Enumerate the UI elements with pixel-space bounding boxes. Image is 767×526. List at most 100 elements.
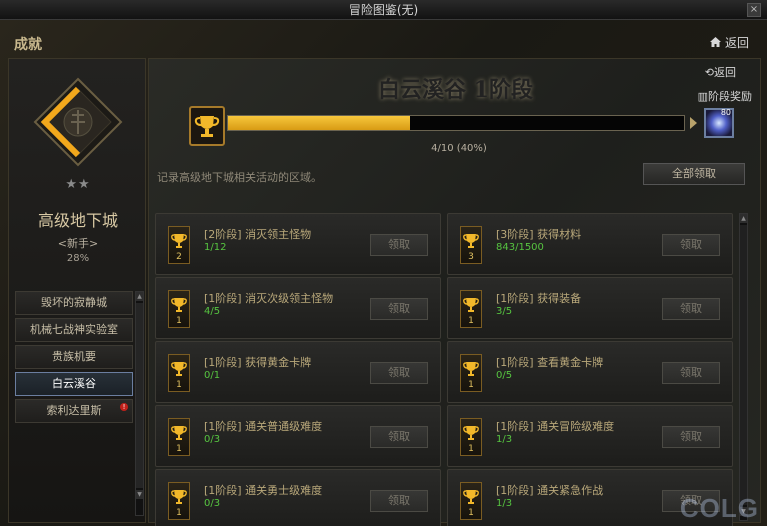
nav-item-label: 毁坏的寂静城 xyxy=(41,296,107,309)
claim-all-button[interactable]: 全部领取 xyxy=(643,163,745,185)
trophy-icon: 1 xyxy=(168,482,190,520)
reward-count: 80 xyxy=(720,108,731,117)
window-titlebar: 冒险图鉴(无) × xyxy=(0,0,767,20)
claim-button[interactable]: 领取 xyxy=(370,426,428,448)
trophy-stage-number: 1 xyxy=(468,380,474,390)
achievement-title: [1阶段] 获得黄金卡牌 xyxy=(204,356,312,369)
achievement-scrollbar[interactable]: ▲ ▼ xyxy=(739,213,748,521)
achievement-card: 1 [1阶段] 通关普通级难度 0/3 领取 xyxy=(155,405,441,467)
description: 记录高级地下城相关活动的区域。 xyxy=(157,171,322,184)
achievement-title: [1阶段] 通关普通级难度 xyxy=(204,420,323,433)
stage-title: 白云溪谷 1阶段 xyxy=(378,77,533,103)
achievement-card: 1 [1阶段] 获得装备 3/5 领取 xyxy=(447,277,733,339)
watermark-logo: COLG xyxy=(680,493,759,524)
trophy-icon: 1 xyxy=(168,418,190,456)
achievement-card: 1 [1阶段] 通关勇士级难度 0/3 领取 xyxy=(155,469,441,526)
trophy-icon: 1 xyxy=(460,482,482,520)
claim-button[interactable]: 领取 xyxy=(662,298,720,320)
stage-reward-label: 阶段奖励 xyxy=(708,90,752,103)
trophy-stage-number: 1 xyxy=(176,316,182,326)
achievement-count: 1/3 xyxy=(496,498,513,509)
achievement-card: 1 [1阶段] 查看黄金卡牌 0/5 领取 xyxy=(447,341,733,403)
scroll-thumb[interactable] xyxy=(136,303,143,488)
trophy-icon: 1 xyxy=(460,290,482,328)
gift-icon: ▥ xyxy=(697,90,708,103)
nav-item-mechanical-lab[interactable]: 机械七战神实验室 xyxy=(15,318,133,342)
trophy-stage-number: 1 xyxy=(468,508,474,518)
dungeon-stars: ★★ xyxy=(65,177,91,192)
reward-item-icon[interactable]: 80 xyxy=(704,108,734,138)
achievement-card: 1 [1阶段] 消灭次级领主怪物 4/5 领取 xyxy=(155,277,441,339)
dungeon-sidebar: ★★ 高级地下城 <新手> 28% 毁坏的寂静城 机械七战神实验室 贵族机要 白… xyxy=(8,58,146,523)
achievement-title: [1阶段] 获得装备 xyxy=(496,292,582,305)
trophy-stage-number: 1 xyxy=(176,380,182,390)
dungeon-emblem-icon xyxy=(33,77,123,167)
achievement-title: [2阶段] 消灭领主怪物 xyxy=(204,228,312,241)
nav-item-label: 白云溪谷 xyxy=(52,377,96,390)
progress-arrow-icon xyxy=(690,117,697,129)
achievement-title: [1阶段] 通关勇士级难度 xyxy=(204,484,323,497)
trophy-icon: 1 xyxy=(168,354,190,392)
achievement-card: 1 [1阶段] 获得黄金卡牌 0/1 领取 xyxy=(155,341,441,403)
home-return-button[interactable]: 返回 xyxy=(709,34,749,51)
watermark-text: COLG xyxy=(679,493,759,523)
nav-item-solidaris[interactable]: 索利达里斯! xyxy=(15,399,133,423)
trophy-icon: 1 xyxy=(460,418,482,456)
trophy-stage-number: 1 xyxy=(176,444,182,454)
scroll-up-icon[interactable]: ▲ xyxy=(740,214,747,223)
scroll-down-icon[interactable]: ▼ xyxy=(136,490,143,499)
nav-item-label: 贵族机要 xyxy=(52,350,96,363)
achievement-card: 1 [1阶段] 通关冒险级难度 1/3 领取 xyxy=(447,405,733,467)
trophy-stage-number: 1 xyxy=(468,316,474,326)
window-title: 冒险图鉴(无) xyxy=(348,3,419,17)
alert-icon: ! xyxy=(120,403,128,411)
achievement-title: [1阶段] 通关冒险级难度 xyxy=(496,420,615,433)
claim-button[interactable]: 领取 xyxy=(662,426,720,448)
section-label: 成就 xyxy=(14,37,42,53)
achievement-title: [3阶段] 获得材料 xyxy=(496,228,582,241)
claim-button[interactable]: 领取 xyxy=(370,234,428,256)
trophy-icon: 1 xyxy=(168,290,190,328)
claim-button[interactable]: 领取 xyxy=(662,234,720,256)
trophy-icon: 3 xyxy=(460,226,482,264)
nav-item-ruined-silent-city[interactable]: 毁坏的寂静城 xyxy=(15,291,133,315)
stage-progress-fill xyxy=(228,116,411,130)
nav-item-white-cloud-valley[interactable]: 白云溪谷 xyxy=(15,372,133,396)
achievement-count: 843/1500 xyxy=(496,242,544,253)
claim-button[interactable]: 领取 xyxy=(370,298,428,320)
nav-item-label: 机械七战神实验室 xyxy=(30,323,118,336)
dungeon-name: 高级地下城 xyxy=(37,211,118,230)
scroll-thumb[interactable] xyxy=(740,225,747,505)
trophy-stage-number: 1 xyxy=(468,444,474,454)
dungeon-percent: 28% xyxy=(66,253,90,264)
trophy-icon: 2 xyxy=(168,226,190,264)
claim-button[interactable]: 领取 xyxy=(370,362,428,384)
claim-button[interactable]: 领取 xyxy=(662,362,720,384)
home-icon xyxy=(709,36,721,50)
trophy-stage-number: 1 xyxy=(176,508,182,518)
home-return-label: 返回 xyxy=(724,36,749,50)
achievement-title: [1阶段] 查看黄金卡牌 xyxy=(496,356,604,369)
nav-item-noble-secrets[interactable]: 贵族机要 xyxy=(15,345,133,369)
nav-scrollbar[interactable]: ▲ ▼ xyxy=(135,291,144,516)
achievement-count: 4/5 xyxy=(204,306,221,317)
dungeon-nav-list: 毁坏的寂静城 机械七战神实验室 贵族机要 白云溪谷 索利达里斯! xyxy=(15,291,133,426)
stage-reward-button[interactable]: ▥阶段奖励 xyxy=(698,88,752,104)
achievement-title: [1阶段] 消灭次级领主怪物 xyxy=(204,292,334,305)
trophy-stage-number: 3 xyxy=(468,252,474,262)
progress-text: 4/10 (40%) xyxy=(431,143,487,154)
achievement-count: 3/5 xyxy=(496,306,513,317)
trophy-stage-number: 2 xyxy=(176,252,182,262)
achievement-count: 1/12 xyxy=(204,242,227,253)
achievement-count: 0/5 xyxy=(496,370,513,381)
trophy-icon xyxy=(189,106,225,146)
stage-progress-bar xyxy=(227,115,685,131)
achievement-window: 成就 返回 ★★ 高级地下城 <新手> 28% 毁坏的寂静城 机械七战神实验室 … xyxy=(0,20,767,526)
trophy-icon: 1 xyxy=(460,354,482,392)
claim-button[interactable]: 领取 xyxy=(370,490,428,512)
scroll-up-icon[interactable]: ▲ xyxy=(136,292,143,301)
close-icon[interactable]: × xyxy=(747,3,761,17)
achievement-count: 0/3 xyxy=(204,434,221,445)
achievement-count: 0/1 xyxy=(204,370,221,381)
achievement-count: 0/3 xyxy=(204,498,221,509)
